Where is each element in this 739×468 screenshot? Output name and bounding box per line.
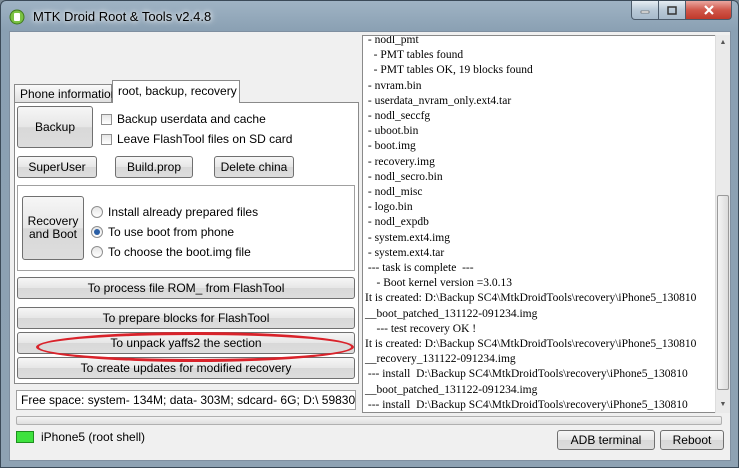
log-lines: - nodl_pmt - PMT tables found - PMT tabl… <box>365 35 710 412</box>
connection-indicator <box>16 431 34 443</box>
log-line: - nodl_expdb <box>365 216 429 229</box>
checkbox-label: Backup userdata and cache <box>117 112 266 126</box>
build-prop-button[interactable]: Build.prop <box>115 156 193 178</box>
backup-userdata-checkbox[interactable]: Backup userdata and cache <box>101 112 266 126</box>
radio-label: To use boot from phone <box>108 225 235 239</box>
radio-circle <box>91 246 103 258</box>
device-status: iPhone5 (root shell) <box>41 430 146 444</box>
log-line: - boot.img <box>365 140 416 153</box>
log-line: - Boot kernel version =3.0.13 <box>365 277 513 290</box>
superuser-button[interactable]: SuperUser <box>17 156 97 178</box>
minimize-button[interactable] <box>631 1 659 20</box>
log-line: - PMT tables found <box>365 49 464 62</box>
log-line: It is created: D:\Backup SC4\MtkDroidToo… <box>365 338 697 351</box>
delete-china-button[interactable]: Delete china <box>214 156 294 178</box>
log-output[interactable]: - nodl_pmt - PMT tables found - PMT tabl… <box>362 35 716 413</box>
log-line: - recovery.img <box>365 155 435 168</box>
recovery-group: Recovery and Boot Install already prepar… <box>17 185 355 271</box>
maximize-button[interactable] <box>659 1 686 20</box>
maximize-icon <box>667 5 677 15</box>
title-bar[interactable]: MTK Droid Root & Tools v2.4.8 <box>1 1 738 31</box>
checkbox-box <box>101 133 112 145</box>
log-line: - logo.bin <box>365 201 413 214</box>
adb-terminal-button[interactable]: ADB terminal <box>557 430 655 450</box>
tab-panel-root-backup-recovery: Backup Backup userdata and cache Leave F… <box>14 102 359 384</box>
log-line: - userdata_nvram_only.ext4.tar <box>365 94 512 107</box>
reboot-button[interactable]: Reboot <box>660 430 724 450</box>
close-icon <box>703 5 714 15</box>
log-line: __boot_patched_131122-091234.img <box>365 383 538 396</box>
log-line: __recovery_131122-091234.img <box>365 353 516 366</box>
log-line: --- task is complete --- <box>365 262 474 275</box>
progress-bar <box>16 416 722 425</box>
tab-phone-information[interactable]: Phone information <box>14 84 117 102</box>
log-line: - PMT tables OK, 19 blocks found <box>365 64 533 77</box>
log-line: --- test recovery OK ! <box>365 322 477 335</box>
radio-label: To choose the boot.img file <box>108 245 251 259</box>
scroll-down-arrow-icon[interactable]: ▼ <box>716 397 730 412</box>
radio-circle <box>91 206 103 218</box>
prepare-blocks-button[interactable]: To prepare blocks for FlashTool <box>17 307 355 329</box>
log-line: - nodl_misc <box>365 186 423 199</box>
unpack-yaffs2-button[interactable]: To unpack yaffs2 the section <box>17 332 355 354</box>
log-line: --- install D:\Backup SC4\MtkDroidTools\… <box>365 398 688 411</box>
log-line: - system.ext4.tar <box>365 246 445 259</box>
tab-root-backup-recovery[interactable]: root, backup, recovery <box>112 80 240 103</box>
log-line: __boot_patched_131122-091234.img <box>365 307 538 320</box>
scroll-up-arrow-icon[interactable]: ▲ <box>716 35 730 50</box>
mtk-app-icon <box>9 9 25 25</box>
radio-circle-selected <box>91 226 103 238</box>
log-line: - nodl_seccfg <box>365 110 431 123</box>
log-line: - nvram.bin <box>365 79 422 92</box>
backup-button[interactable]: Backup <box>17 106 93 148</box>
log-line: It is created: D:\Backup SC4\MtkDroidToo… <box>365 292 697 305</box>
client-area: Phone information root, backup, recovery… <box>9 31 731 461</box>
recovery-and-boot-button[interactable]: Recovery and Boot <box>22 196 84 260</box>
log-line: - system.ext4.img <box>365 231 450 244</box>
option-install-prepared[interactable]: Install already prepared files <box>91 205 258 219</box>
radio-label: Install already prepared files <box>108 205 259 219</box>
log-line: - uboot.bin <box>365 125 419 138</box>
log-line: --- install D:\Backup SC4\MtkDroidTools\… <box>365 368 688 381</box>
minimize-icon <box>640 10 650 14</box>
process-rom-button[interactable]: To process file ROM_ from FlashTool <box>17 277 355 299</box>
checkbox-box <box>101 113 112 125</box>
log-scrollbar[interactable]: ▲ ▼ <box>715 35 730 413</box>
create-updates-button[interactable]: To create updates for modified recovery <box>17 357 355 379</box>
status-bar: iPhone5 (root shell) ADB terminal Reboot <box>10 428 730 460</box>
log-line: - nodl_secro.bin <box>365 170 443 183</box>
checkbox-label: Leave FlashTool files on SD card <box>117 132 293 146</box>
app-window: MTK Droid Root & Tools v2.4.8 Phone info… <box>0 0 739 468</box>
scroll-thumb[interactable] <box>717 195 729 390</box>
close-button[interactable] <box>686 1 732 20</box>
free-space-field: Free space: system- 134M; data- 303M; sd… <box>16 390 356 410</box>
window-title: MTK Droid Root & Tools v2.4.8 <box>33 9 212 24</box>
log-line: - nodl_pmt <box>365 35 419 46</box>
option-use-boot-from-phone[interactable]: To use boot from phone <box>91 225 234 239</box>
leave-flashtool-checkbox[interactable]: Leave FlashTool files on SD card <box>101 132 292 146</box>
option-choose-boot-img[interactable]: To choose the boot.img file <box>91 245 251 259</box>
